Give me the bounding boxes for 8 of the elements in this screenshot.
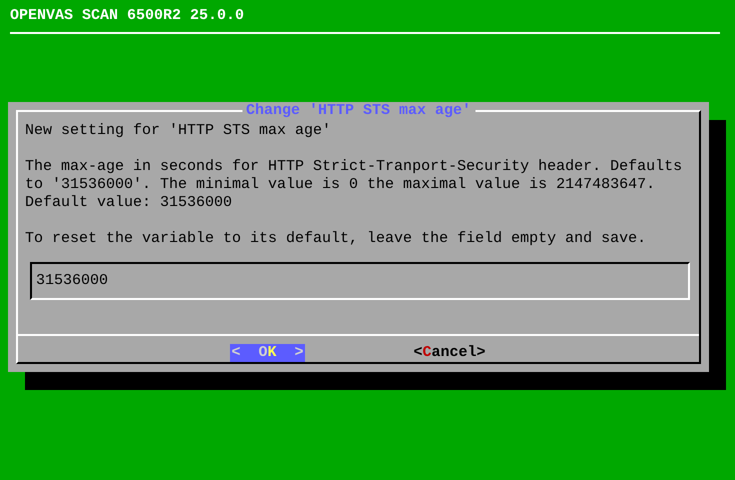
app-title: OPENVAS SCAN 6500R2 25.0.0 (10, 7, 244, 25)
dialog-button[interactable]: < OK > (230, 344, 304, 362)
input-field[interactable]: 31536000 (30, 262, 690, 300)
dialog-text: The max-age in seconds for HTTP Strict-Tranport-Security header. Defaults to '31536000'. The minimal value is 0 the maximal value is 2147483647. Default value: 31536000 (25, 158, 684, 212)
dialog-text: To reset the variable to its default, leave the field empty and save. (25, 230, 648, 248)
dialog-title: Change 'HTTP STS max age' (242, 102, 476, 120)
dialog-button[interactable]: <Cancel> (412, 344, 487, 362)
dialog-text: New setting for 'HTTP STS max age' (25, 122, 332, 140)
